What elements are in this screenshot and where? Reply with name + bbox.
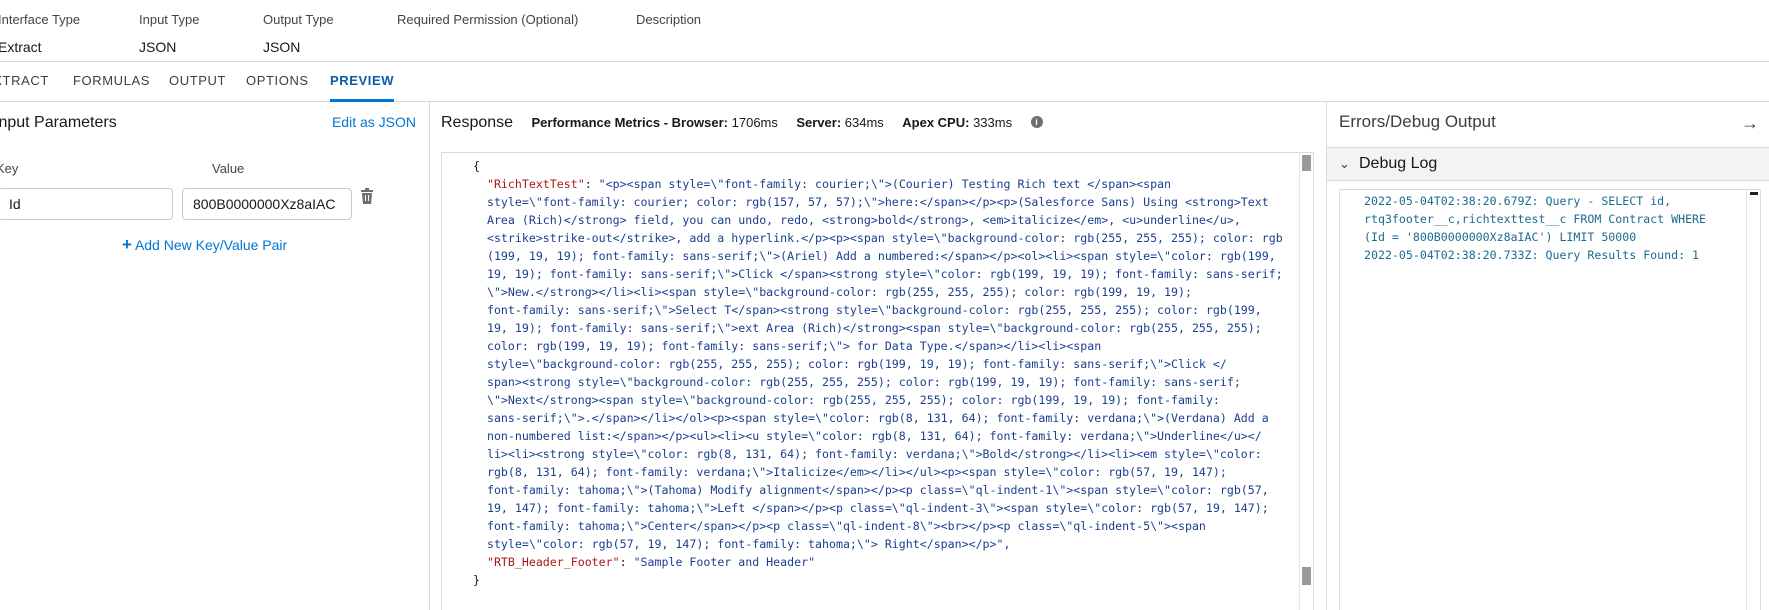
interface-type-value: Extract — [0, 39, 42, 55]
interface-type-field: Interface Type Extract — [0, 12, 80, 56]
response-json-code: { "RichTextTest": "<p><span style=\"font… — [473, 159, 1283, 587]
json-value-rtb-header-footer: "Sample Footer and Header" — [633, 555, 816, 569]
debug-log-section-header[interactable]: ⌄ Debug Log — [1327, 147, 1769, 181]
apex-cpu-metric: Apex CPU: 333ms — [902, 115, 1012, 130]
debug-log-text: 2022-05-04T02:38:20.679Z: Query - SELECT… — [1364, 192, 1744, 264]
input-type-label: Input Type — [139, 12, 200, 27]
key-input[interactable]: Id — [0, 188, 173, 220]
response-scrollbar[interactable] — [1299, 153, 1313, 610]
browser-metric: Performance Metrics - Browser: 1706ms — [532, 115, 778, 130]
apex-cpu-metric-label: Apex CPU: — [902, 115, 970, 130]
json-value-line: "<p><span style=\"font-family: courier;\… — [598, 177, 1172, 191]
input-parameters-panel: Input Parameters Edit as JSON Key Value … — [0, 102, 429, 610]
tab-output[interactable]: OUTPUT — [169, 62, 226, 102]
json-value-line: font-family: tahoma;\">Center</span></p>… — [486, 519, 1206, 533]
input-parameters-title: Input Parameters — [0, 114, 117, 131]
debug-output-panel: Errors/Debug Output → ⌄ Debug Log 2022-0… — [1327, 102, 1769, 610]
browser-metric-value: 1706ms — [731, 115, 778, 130]
interface-meta-row: Interface Type Extract Input Type JSON O… — [0, 0, 1769, 62]
apex-cpu-metric-value: 333ms — [973, 115, 1013, 130]
response-title: Response — [441, 114, 514, 131]
key-column-header: Key — [0, 161, 19, 176]
debug-output-title: Errors/Debug Output — [1339, 112, 1496, 131]
json-value-line: \">Next</strong><span style=\"background… — [486, 393, 1220, 407]
json-value-line: rgb(8, 131, 64); font-family: verdana;\"… — [486, 465, 1227, 479]
required-permission-field: Required Permission (Optional) — [397, 12, 578, 28]
debug-line: 2022-05-04T02:38:20.733Z: Query Results … — [1364, 248, 1700, 262]
debug-line: (Id = '800B0000000Xz8aIAC') LIMIT 50000 — [1364, 230, 1637, 244]
response-panel: Response Performance Metrics - Browser: … — [430, 102, 1326, 610]
server-metric: Server: 634ms — [796, 115, 883, 130]
response-header: Response Performance Metrics - Browser: … — [441, 114, 1043, 132]
description-field: Description — [636, 12, 701, 28]
debug-scrollbar-thumb[interactable] — [1750, 192, 1758, 195]
tab-options[interactable]: OPTIONS — [246, 62, 309, 102]
json-value-line: li><li><strong style=\"color: rgb(8, 131… — [486, 447, 1262, 461]
add-pair-label: Add New Key/Value Pair — [134, 237, 288, 253]
input-type-field: Input Type JSON — [139, 12, 199, 56]
json-close-brace: } — [473, 573, 480, 587]
edit-as-json-link[interactable]: Edit as JSON — [332, 114, 416, 130]
json-value-line: <strike>strike-out</strike>, add a hyper… — [486, 231, 1283, 245]
tab-formulas[interactable]: FORMULAS — [73, 62, 150, 102]
value-input[interactable]: 800B0000000Xz8aIAC — [182, 188, 352, 220]
output-type-label: Output Type — [263, 12, 334, 27]
plus-icon: + — [122, 235, 132, 254]
debug-line: 2022-05-04T02:38:20.679Z: Query - SELECT… — [1364, 194, 1672, 208]
add-key-value-pair-button[interactable]: + Add New Key/Value Pair — [122, 235, 287, 255]
json-value-line: color: rgb(199, 19, 19); font-family: sa… — [486, 339, 1102, 353]
scrollbar-thumb-bottom[interactable] — [1302, 567, 1311, 585]
debug-log-title: Debug Log — [1359, 155, 1438, 172]
json-value-line: style=\"background-color: rgb(255, 255, … — [486, 357, 1227, 371]
json-value-line: \">New.</strong></li><li><span style=\"b… — [486, 285, 1192, 299]
output-type-value: JSON — [263, 39, 301, 55]
value-column-header: Value — [212, 161, 245, 176]
server-metric-label: Server: — [796, 115, 842, 130]
json-value-line: (199, 19, 19); font-family: sans-serif;\… — [486, 249, 1276, 263]
tab-extract[interactable]: EXTRACT — [0, 62, 49, 102]
interface-type-label: Interface Type — [0, 12, 81, 27]
tab-bar: EXTRACT FORMULAS OUTPUT OPTIONS PREVIEW — [0, 62, 1769, 102]
json-value-line: font-family: tahoma;\">(Tahoma) Modify a… — [486, 483, 1269, 497]
debug-scrollbar[interactable] — [1746, 190, 1760, 610]
required-permission-label: Required Permission (Optional) — [397, 12, 579, 27]
json-value-line: font-family: sans-serif;\">Select T</spa… — [486, 303, 1262, 317]
chevron-down-icon[interactable]: ⌄ — [1339, 156, 1350, 172]
browser-metric-label: Performance Metrics - Browser: — [531, 115, 729, 130]
json-value-line: 19, 19); font-family: sans-serif;\">ext … — [486, 321, 1262, 335]
json-value-line: sans-serif;\">.</span></li></ol><p><span… — [486, 411, 1269, 425]
debug-log-viewer[interactable]: 2022-05-04T02:38:20.679Z: Query - SELECT… — [1339, 189, 1761, 610]
info-icon[interactable]: i — [1030, 116, 1043, 128]
input-type-value: JSON — [139, 39, 177, 55]
json-value-line: 19, 19); font-family: sans-serif;\">Clic… — [486, 267, 1283, 281]
description-label: Description — [636, 12, 702, 27]
json-value-richtexttest: "<p><span style=\"font-family: courier;\… — [473, 177, 1283, 551]
json-value-line: 19, 147); font-family: tahoma;\">Left </… — [486, 501, 1269, 515]
server-metric-value: 634ms — [844, 115, 884, 130]
debug-line: rtq3footer__c,richtexttest__c FROM Contr… — [1364, 212, 1707, 226]
trash-icon[interactable] — [360, 188, 376, 204]
json-value-line: style=\"font-family: courier; color: rgb… — [486, 195, 1269, 209]
json-value-line: span><strong style=\"background-color: r… — [486, 375, 1241, 389]
response-json-viewer[interactable]: { "RichTextTest": "<p><span style=\"font… — [441, 152, 1314, 610]
json-value-line: Area (Rich)</strong> field, you can undo… — [486, 213, 1241, 227]
json-open-brace: { — [473, 159, 480, 173]
json-key-rtb-header-footer: "RTB_Header_Footer" — [486, 555, 620, 569]
tab-preview[interactable]: PREVIEW — [330, 62, 395, 102]
scrollbar-thumb-top[interactable] — [1302, 155, 1311, 171]
arrow-right-icon[interactable]: → — [1741, 113, 1759, 134]
json-value-line: non-numbered list:</span></p><ul><li><u … — [486, 429, 1262, 443]
json-key-richtexttest: "RichTextTest" — [486, 177, 585, 191]
output-type-field: Output Type JSON — [263, 12, 334, 56]
json-value-line: style=\"color: rgb(57, 19, 147); font-fa… — [486, 537, 1011, 551]
